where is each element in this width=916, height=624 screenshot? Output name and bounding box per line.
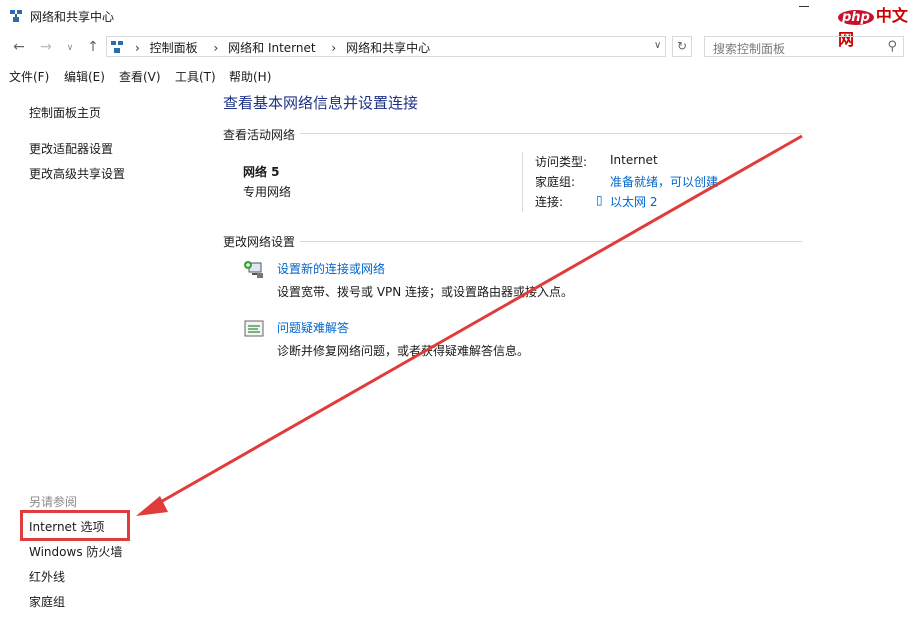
connections-label: 连接: <box>535 195 564 209</box>
active-networks-header: 查看活动网络 <box>223 128 296 142</box>
address-bar[interactable]: › 控制面板 › 网络和 Internet › 网络和共享中心 <box>106 36 666 57</box>
access-type-value: Internet <box>610 153 658 167</box>
see-also-homegroup[interactable]: 家庭组 <box>29 593 65 610</box>
troubleshoot-link[interactable]: 问题疑难解答 <box>277 319 349 336</box>
divider <box>522 152 523 212</box>
refresh-button[interactable]: ↻ <box>672 36 692 57</box>
see-also-infrared[interactable]: 红外线 <box>29 568 65 585</box>
menu-help[interactable]: 帮助(H) <box>229 68 271 85</box>
annotation-highlight-box <box>20 510 130 541</box>
breadcrumb-sep[interactable]: › <box>213 41 218 55</box>
title-bar: 网络和共享中心 php 中文网 <box>0 0 916 49</box>
breadcrumb-sep[interactable]: › <box>135 41 140 55</box>
back-arrow-icon[interactable]: ← <box>11 39 27 55</box>
divider <box>300 241 802 242</box>
menu-file[interactable]: 文件(F) <box>9 68 49 85</box>
search-icon[interactable]: ⚲ <box>887 39 897 54</box>
troubleshoot-icon <box>244 320 264 337</box>
network-name: 网络 5 <box>243 165 280 179</box>
breadcrumb-network-sharing[interactable]: 网络和共享中心 <box>346 41 430 55</box>
network-setup-icon <box>244 261 263 278</box>
setup-new-connection-desc: 设置宽带、拨号或 VPN 连接；或设置路由器或接入点。 <box>277 285 574 299</box>
control-panel-icon <box>111 41 123 53</box>
sidebar-control-panel-home[interactable]: 控制面板主页 <box>29 104 101 121</box>
sidebar-change-advanced-sharing[interactable]: 更改高级共享设置 <box>29 165 125 182</box>
menu-view[interactable]: 查看(V) <box>119 68 161 85</box>
see-also-title: 另请参阅 <box>29 495 78 509</box>
watermark-logo: php <box>838 10 874 25</box>
ethernet-connection-link[interactable]: 以太网 2 <box>610 193 657 210</box>
address-dropdown-icon[interactable]: ∨ <box>654 40 661 51</box>
divider <box>300 133 802 134</box>
sidebar-change-adapter-settings[interactable]: 更改适配器设置 <box>29 140 113 157</box>
menu-tools[interactable]: 工具(T) <box>175 68 216 85</box>
network-center-icon <box>10 10 22 22</box>
breadcrumb-sep[interactable]: › <box>331 41 336 55</box>
change-settings-header: 更改网络设置 <box>223 235 296 249</box>
breadcrumb-network-internet[interactable]: 网络和 Internet <box>228 41 315 55</box>
menu-edit[interactable]: 编辑(E) <box>64 68 105 85</box>
page-title: 查看基本网络信息并设置连接 <box>223 94 419 112</box>
network-type: 专用网络 <box>243 185 292 199</box>
breadcrumb-control-panel[interactable]: 控制面板 <box>150 41 198 55</box>
ethernet-icon: ▯ <box>596 193 603 207</box>
up-arrow-icon[interactable]: ↑ <box>85 39 101 55</box>
recent-locations-icon[interactable]: ∨ <box>62 40 78 56</box>
see-also-windows-firewall[interactable]: Windows 防火墙 <box>29 543 122 560</box>
homegroup-link[interactable]: 准备就绪，可以创建 <box>610 173 718 190</box>
troubleshoot-desc: 诊断并修复网络问题，或者获得疑难解答信息。 <box>277 344 530 358</box>
search-placeholder: 搜索控制面板 <box>713 42 786 56</box>
minimize-button[interactable] <box>799 6 809 7</box>
search-input[interactable]: 搜索控制面板 ⚲ <box>704 36 904 57</box>
forward-arrow-icon[interactable]: → <box>38 39 54 55</box>
access-type-label: 访问类型: <box>535 155 588 169</box>
homegroup-label: 家庭组: <box>535 175 576 189</box>
window-title: 网络和共享中心 <box>30 10 115 24</box>
annotation-arrow <box>136 134 803 516</box>
setup-new-connection-link[interactable]: 设置新的连接或网络 <box>277 260 385 277</box>
